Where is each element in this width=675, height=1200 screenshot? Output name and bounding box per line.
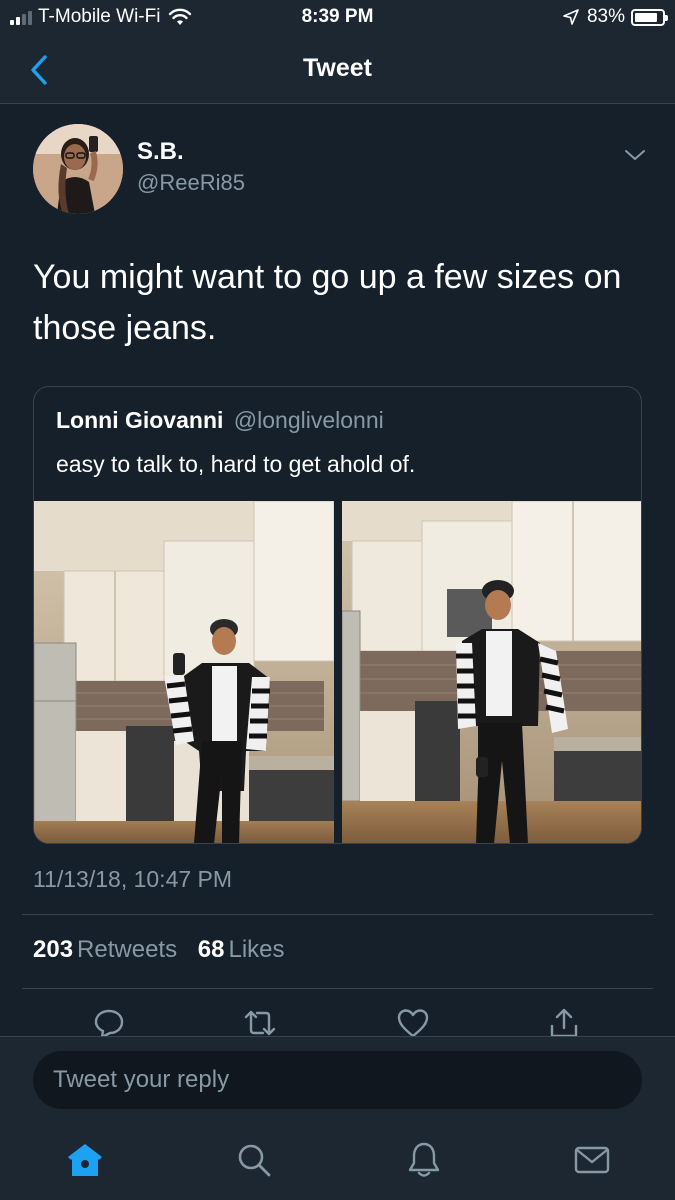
quoted-tweet-text: easy to talk to, hard to get ahold of. [56,451,416,477]
retweet-icon [244,1010,276,1036]
quoted-author-handle: @longlivelonni [233,407,384,433]
quoted-tweet-header: Lonni Giovanni @longlivelonni [56,407,384,434]
messages-icon [574,1146,610,1174]
battery-icon [631,8,668,26]
divider [22,914,653,915]
tweet-timestamp: 11/13/18, 10:47 PM [33,866,233,892]
reply-button[interactable] [92,1006,126,1040]
tweet-stats: 203 Retweets 68 Likes [33,936,299,964]
share-button[interactable] [547,1006,581,1040]
kitchen-photo-left[interactable] [34,501,334,843]
divider [22,988,653,989]
like-button[interactable] [396,1006,430,1040]
tab-bar [0,1126,675,1200]
tab-notifications[interactable] [404,1140,444,1180]
notifications-icon [408,1142,440,1177]
tab-messages[interactable] [572,1140,612,1180]
likes-count: 68 [197,936,225,963]
retweets-stat[interactable]: 203 Retweets [33,936,184,963]
search-icon [238,1144,271,1177]
battery-percent: 83% [586,6,625,27]
quoted-tweet[interactable]: Lonni Giovanni @longlivelonni easy to ta… [33,386,642,844]
retweets-count: 203 [33,936,74,963]
tweet-menu-button[interactable] [620,142,650,168]
chevron-down-icon [625,150,645,160]
battery-fill [635,12,657,22]
location-arrow-icon [563,9,579,25]
avatar-photo [33,124,123,214]
retweets-label: Retweets [77,936,178,963]
home-icon [68,1144,102,1176]
status-bar: T-Mobile Wi-Fi 8:39 PM 83% [0,0,675,36]
kitchen-photo-right[interactable] [342,501,641,843]
avatar[interactable] [33,124,123,214]
share-icon [550,1008,578,1038]
likes-label: Likes [228,936,285,963]
retweet-button[interactable] [243,1006,277,1040]
author-handle[interactable]: @ReeRi85 [137,170,245,196]
tweet-text: You might want to go up a few sizes on t… [33,258,622,347]
quoted-author-name: Lonni Giovanni [56,407,224,433]
status-right: 83% [563,6,668,28]
likes-stat[interactable]: 68 Likes [198,936,285,963]
tab-home[interactable] [65,1140,105,1180]
author-name[interactable]: S.B. [137,138,184,166]
reply-input[interactable] [33,1051,642,1109]
page-title: Tweet [303,54,372,82]
nav-header: Tweet [0,36,675,104]
tab-search[interactable] [234,1140,274,1180]
like-icon [397,1009,429,1038]
tweet-detail-screen: T-Mobile Wi-Fi 8:39 PM 83% Tweet S.B. @R… [0,0,675,1200]
tweet-actions [0,1004,675,1040]
reply-icon [94,1009,124,1039]
reply-bar [0,1036,675,1126]
